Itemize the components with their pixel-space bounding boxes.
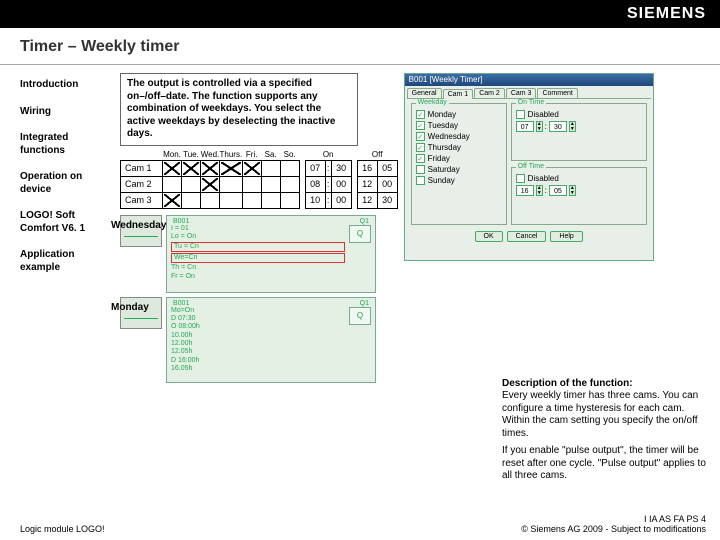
off-time-group: Off Time Disabled 16▲▼ : 05▲▼	[511, 167, 647, 225]
table-row: Cam 2 08:00 1200	[121, 176, 398, 192]
checkbox-thursday[interactable]	[416, 143, 425, 152]
description-p2: If you enable "pulse output", the timer …	[502, 445, 706, 483]
on-header: On	[305, 150, 351, 161]
day-header: Sa.	[261, 150, 280, 161]
tab-general[interactable]: General	[407, 88, 442, 98]
off-min-input[interactable]: 05	[549, 185, 567, 196]
ok-button[interactable]: OK	[475, 231, 503, 242]
tab-cam2[interactable]: Cam 2	[474, 88, 505, 98]
checkbox-monday[interactable]	[416, 110, 425, 119]
tab-cam3[interactable]: Cam 3	[506, 88, 537, 98]
sidebar-item-integrated-functions[interactable]: Integrated functions	[20, 132, 112, 157]
cam-label: Cam 2	[121, 176, 163, 192]
spinner-icon[interactable]: ▲▼	[569, 185, 576, 196]
page-title: Timer – Weekly timer	[20, 38, 700, 56]
dialog-tabs: General Cam 1 Cam 2 Cam 3 Comment	[407, 88, 651, 99]
description-p1: Every weekly timer has three cams. You c…	[502, 390, 706, 440]
sidebar-item-operation[interactable]: Operation on device	[20, 171, 112, 196]
checkbox-wednesday[interactable]	[416, 132, 425, 141]
spinner-icon[interactable]: ▲▼	[536, 185, 543, 196]
waveform-panel-1: Wednesday B001Q1 I = 01Lo = On Tu = Cn W…	[166, 215, 376, 293]
footer-code: I IA AS FA PS 4	[521, 514, 706, 524]
day-header: Wed.	[201, 150, 220, 161]
sidebar-item-application-example[interactable]: Application example	[20, 249, 112, 274]
waveform-panel-2: Monday B001Q1 Mo=OnD 07:30 O 08:00h10.00…	[166, 297, 376, 383]
cancel-button[interactable]: Cancel	[507, 231, 547, 242]
description-heading: Description of the function:	[502, 378, 706, 389]
tab-comment[interactable]: Comment	[537, 88, 577, 98]
day-header: Tue.	[182, 150, 201, 161]
wave-label: Wednesday	[111, 220, 166, 231]
checkbox-on-disabled[interactable]	[516, 110, 525, 119]
cam-label: Cam 3	[121, 192, 163, 208]
description-panel: Description of the function: Every weekl…	[500, 372, 714, 488]
footer-left: Logic module LOGO!	[20, 524, 105, 534]
checkbox-sunday[interactable]	[416, 176, 425, 185]
dialog-title: B001 [Weekly Timer]	[405, 74, 653, 86]
weekday-group: Weekday Monday Tuesday Wednesday Thursda…	[411, 103, 507, 225]
on-time-group: On Time Disabled 07▲▼ : 30▲▼	[511, 103, 647, 161]
on-hour-input[interactable]: 07	[516, 121, 534, 132]
main-area: The output is controlled via a specified…	[120, 73, 708, 383]
checkbox-saturday[interactable]	[416, 165, 425, 174]
cam-table: Mon. Tue. Wed. Thurs. Fri. Sa. So. On Of…	[120, 150, 398, 209]
checkbox-friday[interactable]	[416, 154, 425, 163]
checkbox-off-disabled[interactable]	[516, 174, 525, 183]
dialog-weekly-timer: B001 [Weekly Timer] General Cam 1 Cam 2 …	[404, 73, 654, 261]
sidebar-item-wiring[interactable]: Wiring	[20, 106, 112, 119]
sidebar-item-logo-soft[interactable]: LOGO! Soft Comfort V6. 1	[20, 210, 112, 235]
on-min-input[interactable]: 30	[549, 121, 567, 132]
header-bar: SIEMENS	[0, 0, 720, 28]
title-bar: Timer – Weekly timer	[0, 28, 720, 65]
help-button[interactable]: Help	[550, 231, 582, 242]
sidebar-item-introduction[interactable]: Introduction	[20, 79, 112, 92]
footer: Logic module LOGO! I IA AS FA PS 4 © Sie…	[20, 514, 706, 534]
checkbox-tuesday[interactable]	[416, 121, 425, 130]
cam-label: Cam 1	[121, 160, 163, 176]
day-header: Fri.	[242, 150, 261, 161]
wave-label: Monday	[111, 302, 149, 313]
day-header: Thurs.	[220, 150, 243, 161]
spinner-icon[interactable]: ▲▼	[536, 121, 543, 132]
off-hour-input[interactable]: 16	[516, 185, 534, 196]
q-output: Q	[349, 225, 371, 243]
q-output: Q	[349, 307, 371, 325]
off-header: Off	[357, 150, 397, 161]
intro-text: The output is controlled via a specified…	[120, 73, 358, 146]
table-row: Cam 1 07:30 1605	[121, 160, 398, 176]
footer-copyright: © Siemens AG 2009 - Subject to modificat…	[521, 524, 706, 534]
day-header: So.	[280, 150, 299, 161]
sidebar: Introduction Wiring Integrated functions…	[20, 73, 112, 383]
table-row: Cam 3 10:00 1230	[121, 192, 398, 208]
brand-logo: SIEMENS	[627, 5, 706, 23]
spinner-icon[interactable]: ▲▼	[569, 121, 576, 132]
day-header: Mon.	[163, 150, 182, 161]
tab-cam1[interactable]: Cam 1	[443, 89, 474, 99]
